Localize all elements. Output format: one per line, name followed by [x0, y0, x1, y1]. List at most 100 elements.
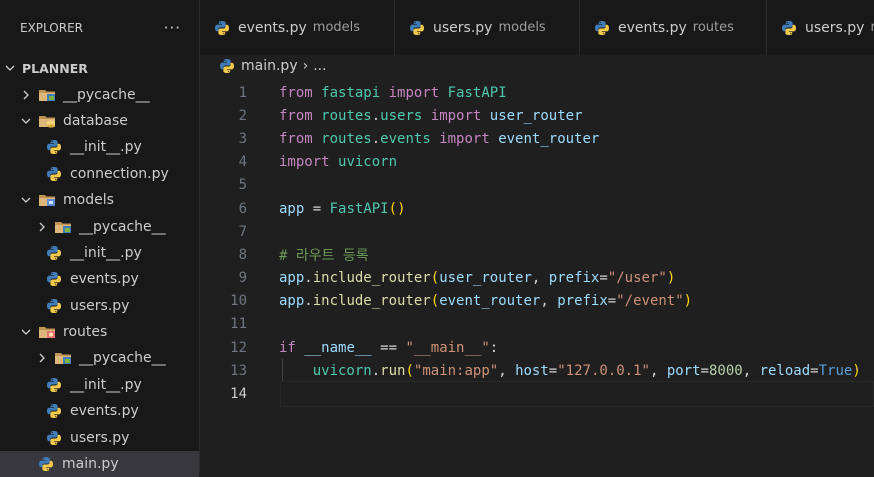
folder-icon — [38, 193, 56, 207]
python-file-icon — [781, 20, 797, 36]
breadcrumb-file[interactable]: main.py — [241, 58, 298, 74]
chevron-right-icon — [36, 222, 48, 232]
breadcrumb-separator: › — [302, 58, 309, 74]
line-number: 12 — [230, 339, 247, 356]
code-line[interactable]: 12 if __name__ == "__main__": — [200, 336, 874, 359]
code-text: uvicorn.run("main:app", host="127.0.0.1"… — [312, 362, 861, 379]
line-number: 8 — [238, 246, 247, 263]
tab-label: events.py — [238, 19, 307, 36]
code-line[interactable]: 10 app.include_router(event_router, prefi… — [200, 290, 874, 313]
line-number: 2 — [238, 107, 247, 124]
tree-item-label: __init__.py — [70, 139, 142, 156]
tree-folder-database[interactable]: database — [0, 108, 199, 134]
tree-file-users-py[interactable]: users.py — [0, 424, 199, 450]
line-number: 9 — [238, 270, 247, 287]
code-text: from routes.events import event_router — [279, 130, 600, 147]
tab-users-py-models[interactable]: users.py models — [395, 0, 580, 55]
tree-folder-pycache[interactable]: __pycache__ — [0, 81, 199, 107]
chevron-down-icon — [20, 195, 32, 205]
python-file-icon — [46, 139, 62, 155]
tree-root-planner[interactable]: PLANNER — [0, 55, 199, 81]
code-line[interactable]: 3 from routes.events import event_router — [200, 127, 874, 150]
tree-folder-routes[interactable]: routes — [0, 319, 199, 345]
tab-directory: routes — [692, 20, 734, 35]
tree-item-label: users.py — [70, 297, 130, 314]
python-file-icon — [46, 430, 62, 446]
tab-directory: r — [870, 20, 874, 35]
tree-item-label: __init__.py — [70, 244, 142, 261]
tree-item-label: events.py — [70, 271, 139, 288]
chevron-right-icon — [36, 353, 48, 363]
line-number: 10 — [230, 293, 247, 310]
explorer-title: EXPLORER — [20, 20, 83, 35]
tree-file-init-py[interactable]: __init__.py — [0, 372, 199, 398]
code-text: app.include_router(event_router, prefix=… — [279, 293, 693, 310]
indent-guide — [282, 359, 283, 383]
breadcrumb-symbols[interactable]: ... — [313, 58, 326, 74]
tree-file-events-py[interactable]: events.py — [0, 398, 199, 424]
chevron-down-icon — [20, 116, 32, 126]
folder-icon — [54, 351, 72, 365]
code-line[interactable]: 11 — [200, 313, 874, 336]
tree-file-connection-py[interactable]: connection.py — [0, 161, 199, 187]
code-line[interactable]: 2 from routes.users import user_router — [200, 104, 874, 127]
line-number: 11 — [230, 316, 247, 333]
python-file-icon — [46, 403, 62, 419]
line-number: 14 — [230, 386, 247, 403]
tab-label: events.py — [618, 19, 687, 36]
code-line[interactable]: 9 app.include_router(user_router, prefix=… — [200, 267, 874, 290]
line-number: 13 — [230, 362, 247, 379]
tree-folder-pycache[interactable]: __pycache__ — [0, 213, 199, 239]
chevron-right-icon — [20, 90, 32, 100]
code-line[interactable]: 1 from fastapi import FastAPI — [200, 81, 874, 104]
more-actions-icon[interactable]: ··· — [164, 19, 181, 37]
editor-area: events.py models users.py models events.py ro… — [200, 0, 874, 474]
code-line[interactable]: 5 — [200, 174, 874, 197]
tree-file-events-py[interactable]: events.py — [0, 266, 199, 292]
tree-folder-pycache[interactable]: __pycache__ — [0, 345, 199, 371]
code-line[interactable]: 14 — [200, 381, 874, 407]
tab-directory: models — [312, 20, 361, 35]
code-line[interactable]: 13 uvicorn.run("main:app", host="127.0.0… — [200, 359, 874, 383]
tree-item-label: routes — [63, 324, 108, 341]
folder-icon — [38, 88, 56, 102]
tree-item-label: events.py — [70, 403, 139, 420]
code-line[interactable]: 8 # 라우트 등록 — [200, 243, 874, 266]
python-file-icon — [594, 20, 610, 36]
chevron-down-icon — [4, 63, 16, 73]
tree-item-label: __pycache__ — [63, 86, 150, 103]
tree-file-init-py[interactable]: __init__.py — [0, 240, 199, 266]
chevron-down-icon — [20, 327, 32, 337]
tab-label: users.py — [433, 19, 493, 36]
current-line-highlight — [280, 381, 874, 407]
python-file-icon — [214, 20, 230, 36]
folder-icon — [38, 325, 56, 339]
code-line[interactable]: 6 app = FastAPI() — [200, 197, 874, 220]
code-text: app.include_router(user_router, prefix="… — [279, 270, 676, 287]
code-line[interactable]: 4 import uvicorn — [200, 151, 874, 174]
tree-item-label: database — [63, 112, 128, 129]
tree-item-label: __pycache__ — [79, 350, 166, 367]
tab-events-py-routes[interactable]: events.py routes — [580, 0, 767, 55]
code-line[interactable]: 7 — [200, 220, 874, 243]
tree-item-label: connection.py — [70, 165, 169, 182]
tree-folder-models[interactable]: models — [0, 187, 199, 213]
tab-events-py-models[interactable]: events.py models — [200, 0, 395, 55]
python-file-icon — [46, 245, 62, 261]
line-number: 6 — [238, 200, 247, 217]
tree-file-init-py[interactable]: __init__.py — [0, 134, 199, 160]
folder-icon — [54, 220, 72, 234]
python-file-icon — [38, 456, 54, 472]
tree-item-label: models — [63, 192, 114, 209]
tree-item-label: __pycache__ — [79, 218, 166, 235]
tree-file-users-py[interactable]: users.py — [0, 293, 199, 319]
tab-users-py-r[interactable]: users.py r — [767, 0, 874, 55]
python-file-icon — [46, 298, 62, 314]
python-file-icon — [46, 166, 62, 182]
code-text: if __name__ == "__main__": — [279, 339, 499, 356]
line-number: 3 — [238, 130, 247, 147]
file-tree: PLANNER __pycache__ database __init__.py co… — [0, 55, 199, 477]
root-folder-label: PLANNER — [22, 60, 88, 76]
code-editor[interactable]: 1 from fastapi import FastAPI 2 from routes… — [200, 81, 874, 407]
tree-file-main-py[interactable]: main.py — [0, 450, 199, 477]
